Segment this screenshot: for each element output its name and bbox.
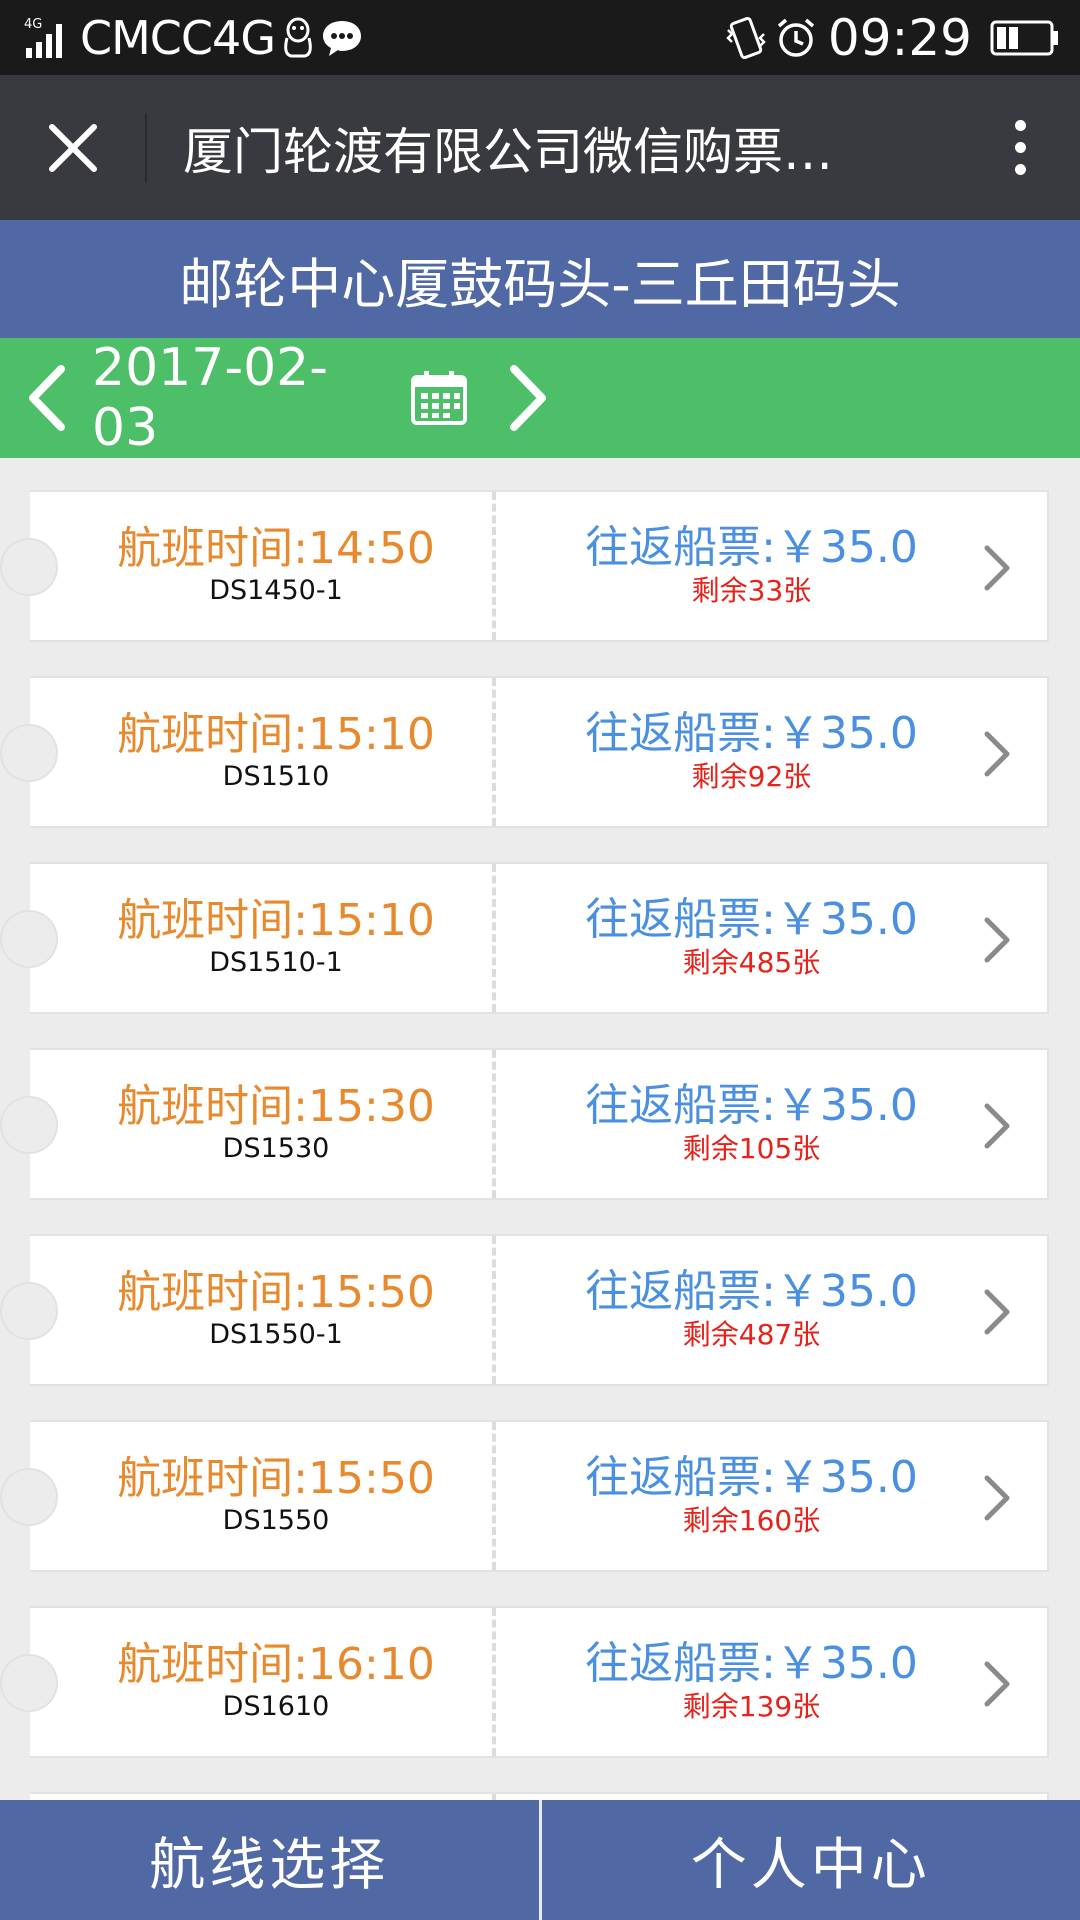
sailing-item[interactable]: 航班时间:16:10 DS1610 往返船票:￥35.0 剩余139张 bbox=[0, 1606, 1049, 1758]
departure-time: 航班时间:14:50 bbox=[117, 523, 435, 574]
next-date-button[interactable] bbox=[488, 338, 568, 458]
ticket-info: 往返船票:￥35.0 剩余487张 bbox=[496, 1236, 1047, 1384]
carrier-name: CMCC4G bbox=[80, 10, 276, 65]
sailing-info: 航班时间:15:10 DS1510-1 bbox=[30, 864, 496, 1012]
chevron-right-icon bbox=[977, 1286, 1017, 1338]
sailing-item[interactable]: 航班时间:15:30 DS1530 往返船票:￥35.0 剩余105张 bbox=[0, 1048, 1049, 1200]
date-bar: 2017-02-03 bbox=[0, 338, 1080, 458]
ticket-price: 往返船票:￥35.0 bbox=[585, 1080, 918, 1131]
ticket-notch bbox=[0, 1468, 58, 1526]
sailing-info: 航班时间:15:10 DS1510 bbox=[30, 678, 496, 826]
tickets-remaining: 剩余139张 bbox=[682, 1690, 821, 1723]
route-select-button[interactable]: 航线选择 bbox=[0, 1800, 539, 1920]
sailing-list: 航班时间:14:50 DS1450-1 往返船票:￥35.0 剩余33张 航班时… bbox=[0, 490, 1049, 1846]
sailing-item[interactable]: 航班时间:15:50 DS1550 往返船票:￥35.0 剩余160张 bbox=[0, 1420, 1049, 1572]
selected-date[interactable]: 2017-02-03 bbox=[92, 338, 392, 458]
departure-time: 航班时间:16:10 bbox=[117, 1639, 435, 1690]
sailing-info: 航班时间:16:10 DS1610 bbox=[30, 1608, 496, 1756]
ticket-price: 往返船票:￥35.0 bbox=[585, 894, 918, 945]
ticket-notch bbox=[0, 1096, 58, 1154]
ticket-info: 往返船票:￥35.0 剩余139张 bbox=[496, 1608, 1047, 1756]
alarm-icon bbox=[774, 16, 818, 60]
ticket-info: 往返船票:￥35.0 剩余485张 bbox=[496, 864, 1047, 1012]
route-banner: 邮轮中心厦鼓码头-三丘田码头 bbox=[0, 220, 1080, 338]
chevron-right-icon bbox=[977, 542, 1017, 594]
calendar-button[interactable] bbox=[404, 338, 474, 458]
sailing-info: 航班时间:15:30 DS1530 bbox=[30, 1050, 496, 1198]
tickets-remaining: 剩余92张 bbox=[691, 760, 812, 793]
personal-center-button[interactable]: 个人中心 bbox=[542, 1800, 1080, 1920]
tickets-remaining: 剩余160张 bbox=[682, 1504, 821, 1537]
status-left: 4G CMCC4G bbox=[18, 11, 363, 65]
calendar-icon bbox=[411, 371, 467, 425]
ticket-price: 往返船票:￥35.0 bbox=[585, 1638, 918, 1689]
status-right: 09:29 bbox=[718, 9, 1060, 67]
ticket-price: 往返船票:￥35.0 bbox=[585, 1266, 918, 1317]
sailing-code: DS1510 bbox=[222, 761, 330, 792]
sailing-code: DS1550-1 bbox=[209, 1319, 343, 1350]
sailing-code: DS1610 bbox=[222, 1691, 330, 1722]
ticket-notch bbox=[0, 1282, 58, 1340]
chevron-right-icon bbox=[977, 728, 1017, 780]
ticket-notch bbox=[0, 1654, 58, 1712]
bottom-nav: 航线选择 个人中心 bbox=[0, 1800, 1080, 1920]
ticket-notch bbox=[0, 724, 58, 782]
sailing-code: DS1550 bbox=[222, 1505, 330, 1536]
chevron-right-icon bbox=[977, 1472, 1017, 1524]
signal-icon: 4G bbox=[24, 16, 72, 60]
ticket-info: 往返船票:￥35.0 剩余92张 bbox=[496, 678, 1047, 826]
chevron-right-icon bbox=[510, 365, 546, 431]
page-title: 厦门轮渡有限公司微信购票… bbox=[183, 122, 833, 181]
close-icon bbox=[48, 123, 97, 172]
departure-time: 航班时间:15:50 bbox=[117, 1267, 435, 1318]
departure-time: 航班时间:15:10 bbox=[117, 709, 435, 760]
sailing-info: 航班时间:14:50 DS1450-1 bbox=[30, 492, 496, 640]
penguin-icon bbox=[281, 16, 315, 60]
more-dot-icon bbox=[1014, 120, 1026, 131]
route-label: 邮轮中心厦鼓码头-三丘田码头 bbox=[179, 252, 901, 316]
tickets-remaining: 剩余105张 bbox=[682, 1132, 821, 1165]
ticket-info: 往返船票:￥35.0 剩余160张 bbox=[496, 1422, 1047, 1570]
close-button[interactable] bbox=[0, 75, 145, 220]
sailing-info: 航班时间:15:50 DS1550 bbox=[30, 1422, 496, 1570]
network-badge: 4G bbox=[24, 17, 42, 32]
sailing-item[interactable]: 航班时间:15:10 DS1510 往返船票:￥35.0 剩余92张 bbox=[0, 676, 1049, 828]
sailing-item[interactable]: 航班时间:15:10 DS1510-1 往返船票:￥35.0 剩余485张 bbox=[0, 862, 1049, 1014]
status-bar: 4G CMCC4G 09:29 bbox=[0, 0, 1080, 75]
tickets-remaining: 剩余487张 bbox=[682, 1318, 821, 1351]
ticket-notch bbox=[0, 910, 58, 968]
sailing-code: DS1530 bbox=[222, 1133, 330, 1164]
ticket-price: 往返船票:￥35.0 bbox=[585, 1452, 918, 1503]
chevron-right-icon bbox=[977, 914, 1017, 966]
chevron-right-icon bbox=[977, 1658, 1017, 1710]
departure-time: 航班时间:15:30 bbox=[117, 1081, 435, 1132]
sailing-code: DS1450-1 bbox=[209, 575, 343, 606]
departure-time: 航班时间:15:10 bbox=[117, 895, 435, 946]
sailing-item[interactable]: 航班时间:15:50 DS1550-1 往返船票:￥35.0 剩余487张 bbox=[0, 1234, 1049, 1386]
chat-bubble-icon bbox=[321, 18, 363, 58]
ticket-price: 往返船票:￥35.0 bbox=[585, 708, 918, 759]
more-dot-icon bbox=[1014, 142, 1026, 153]
ticket-notch bbox=[0, 538, 58, 596]
chevron-left-icon bbox=[29, 365, 65, 431]
tickets-remaining: 剩余485张 bbox=[682, 946, 821, 979]
more-menu-button[interactable] bbox=[960, 75, 1080, 220]
clock-time: 09:29 bbox=[827, 8, 972, 67]
tickets-remaining: 剩余33张 bbox=[691, 574, 812, 607]
vibrate-icon bbox=[724, 16, 768, 60]
sailing-code: DS1510-1 bbox=[209, 947, 343, 978]
battery-icon bbox=[990, 18, 1060, 58]
previous-date-button[interactable] bbox=[4, 338, 90, 458]
ticket-info: 往返船票:￥35.0 剩余105张 bbox=[496, 1050, 1047, 1198]
more-dot-icon bbox=[1014, 164, 1026, 175]
ticket-info: 往返船票:￥35.0 剩余33张 bbox=[496, 492, 1047, 640]
chevron-right-icon bbox=[977, 1100, 1017, 1152]
sailing-item[interactable]: 航班时间:14:50 DS1450-1 往返船票:￥35.0 剩余33张 bbox=[0, 490, 1049, 642]
title-bar: 厦门轮渡有限公司微信购票… bbox=[0, 75, 1080, 220]
departure-time: 航班时间:15:50 bbox=[117, 1453, 435, 1504]
sailing-info: 航班时间:15:50 DS1550-1 bbox=[30, 1236, 496, 1384]
ticket-price: 往返船票:￥35.0 bbox=[585, 522, 918, 573]
